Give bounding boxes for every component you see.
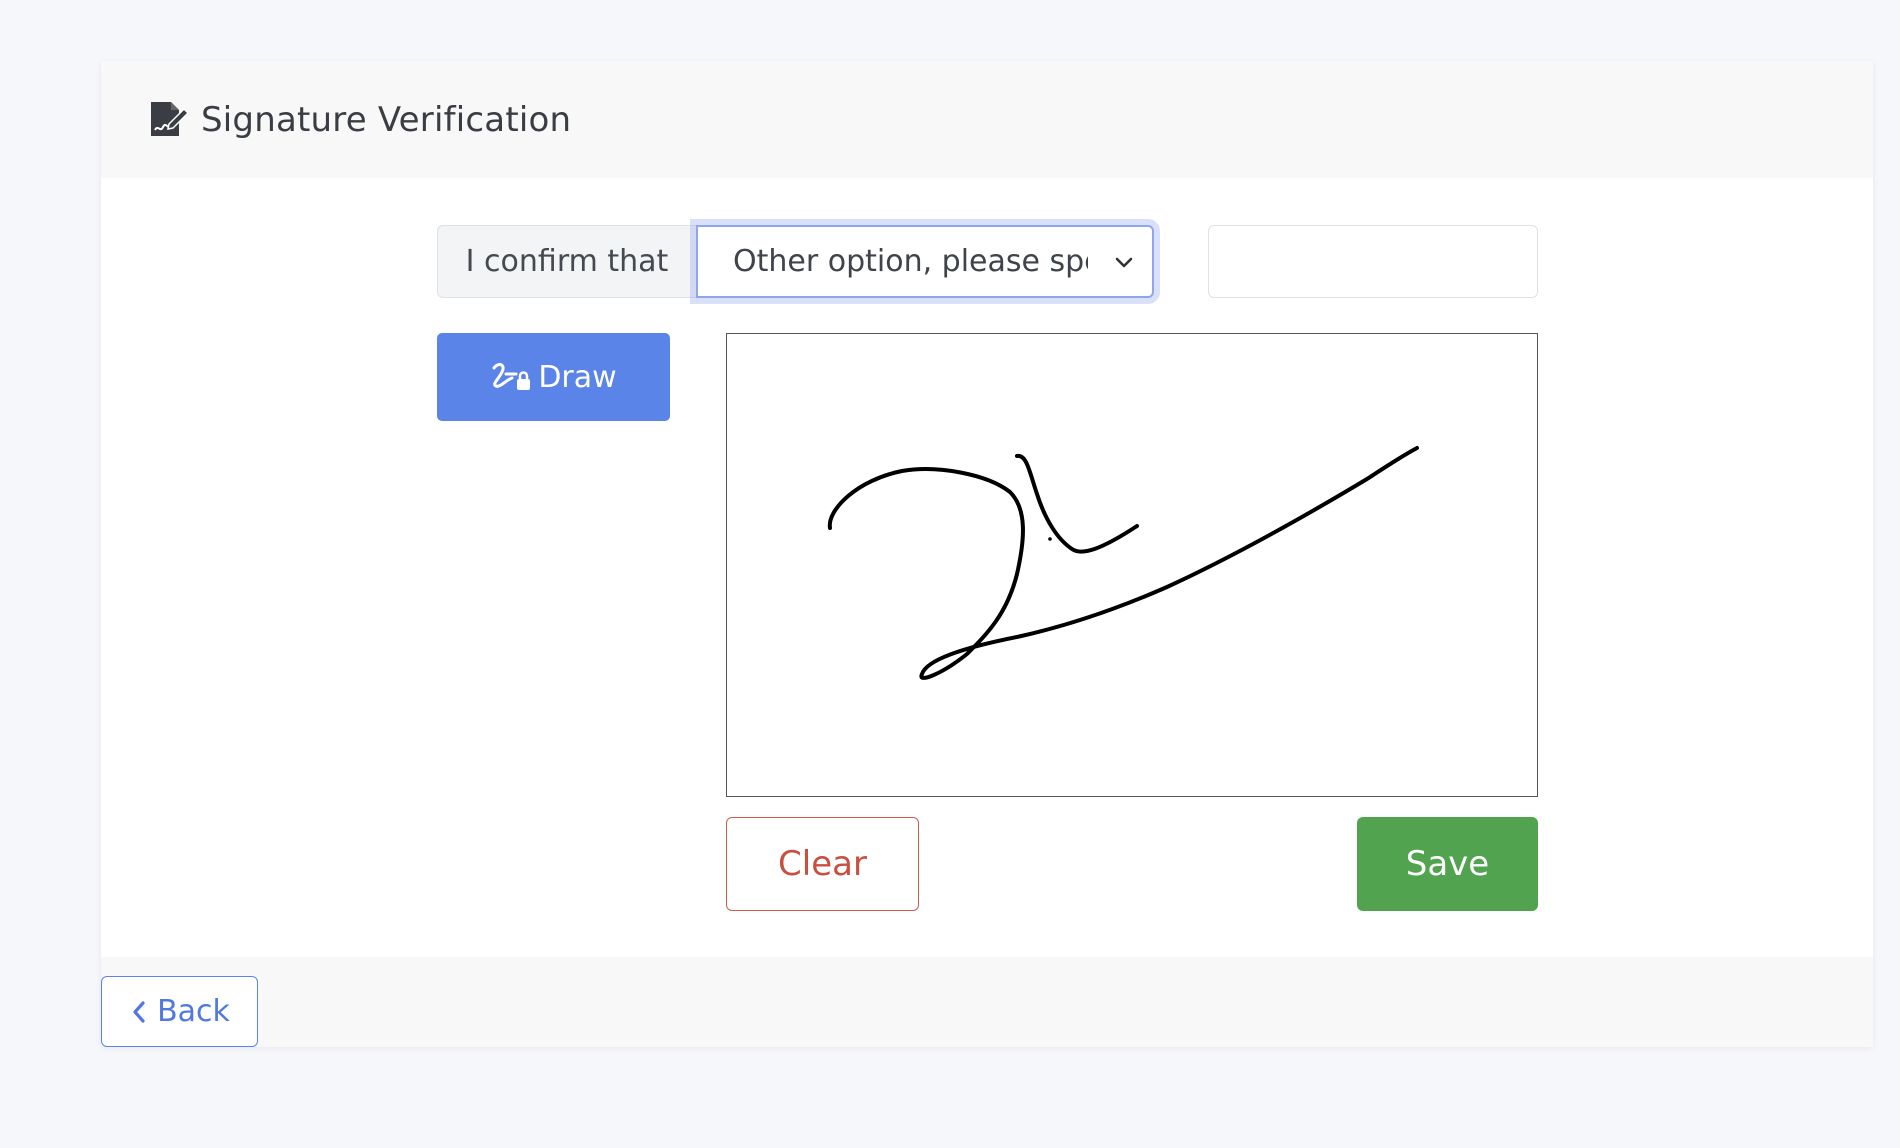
confirm-label: I confirm that: [437, 225, 696, 298]
save-button[interactable]: Save: [1357, 817, 1538, 911]
signature-stroke: [827, 446, 1419, 680]
signature-pad[interactable]: [726, 333, 1538, 797]
chevron-down-icon: [1115, 257, 1133, 268]
chevron-left-icon: [133, 1000, 145, 1023]
draw-button[interactable]: Draw: [437, 333, 670, 421]
confirm-select-value: Other option, please specify: [733, 244, 1088, 279]
clear-button[interactable]: Clear: [726, 817, 919, 911]
signature-icon: [147, 100, 190, 140]
card-footer: [101, 957, 1873, 1047]
signature-card: Signature Verification I confirm that Ot…: [101, 61, 1873, 1047]
signature-lock-icon: [492, 363, 531, 390]
draw-button-label: Draw: [538, 359, 617, 395]
back-button[interactable]: Back: [101, 976, 258, 1047]
card-header: Signature Verification: [101, 61, 1873, 178]
confirm-select[interactable]: Other option, please specify: [696, 225, 1154, 298]
page-title: Signature Verification: [201, 99, 572, 140]
other-option-input[interactable]: [1208, 225, 1538, 298]
back-button-label: Back: [157, 994, 230, 1029]
confirm-input-group: I confirm that Other option, please spec…: [437, 225, 1154, 298]
